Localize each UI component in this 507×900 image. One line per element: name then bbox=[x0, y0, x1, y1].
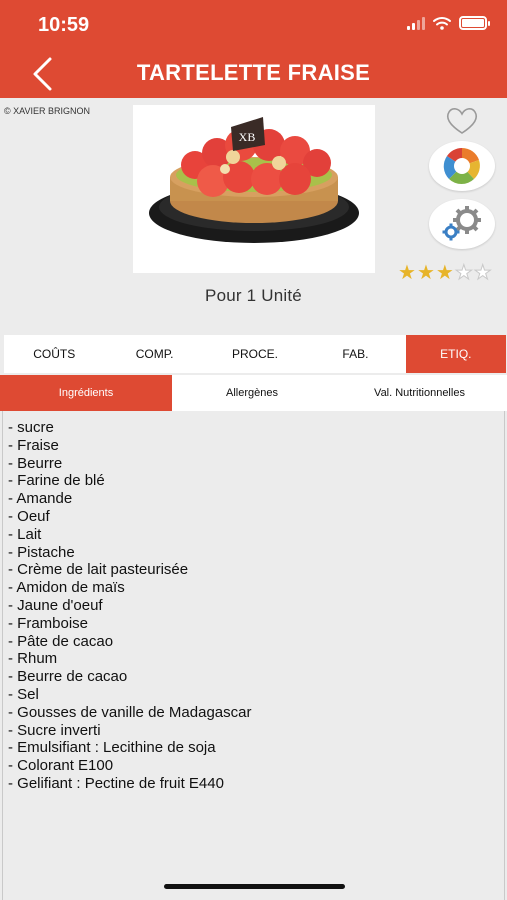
favorite-heart-icon[interactable] bbox=[443, 106, 481, 136]
list-item: - Farine de blé bbox=[8, 472, 105, 490]
settings-button[interactable] bbox=[429, 199, 495, 249]
list-item: - Beurre bbox=[8, 454, 63, 472]
list-item: - Colorant E100 bbox=[8, 757, 114, 775]
star-icon[interactable]: ★ bbox=[436, 262, 454, 284]
tab-etiq[interactable]: ETIQ. bbox=[405, 335, 507, 373]
list-item: - Pâte de cacao bbox=[8, 632, 114, 650]
ingredients-panel: - sucre - Fraise - Beurre - Farine de bl… bbox=[2, 411, 505, 900]
list-item: - Pistache bbox=[8, 543, 75, 561]
list-item: - Lait bbox=[8, 525, 42, 543]
status-icons bbox=[407, 16, 490, 30]
battery-icon bbox=[459, 16, 490, 30]
list-item: - Sucre inverti bbox=[8, 721, 101, 739]
main-tabs: COÛTS COMP. PROCE. FAB. ETIQ. bbox=[4, 335, 507, 373]
list-item: - Emulsifiant : Lecithine de soja bbox=[8, 739, 216, 757]
star-empty-icon[interactable]: ★ bbox=[454, 262, 473, 285]
list-item: - Oeuf bbox=[8, 507, 50, 525]
back-button[interactable] bbox=[28, 56, 60, 92]
status-time: 10:59 bbox=[38, 14, 90, 36]
star-icon[interactable]: ★ bbox=[398, 262, 416, 284]
list-item: - Amidon de maïs bbox=[8, 579, 125, 597]
star-icon[interactable]: ★ bbox=[417, 262, 435, 284]
pie-chart-icon bbox=[443, 147, 480, 185]
rating-stars[interactable]: ★ ★ ★ ★ ★ bbox=[398, 262, 492, 285]
portion-label: Pour 1 Unité bbox=[205, 286, 302, 305]
list-item: - sucre bbox=[8, 419, 54, 436]
tab-comp[interactable]: COMP. bbox=[104, 335, 204, 373]
logo-text: XB bbox=[239, 130, 256, 144]
signal-icon bbox=[407, 16, 425, 30]
list-item: - Framboise bbox=[8, 614, 89, 632]
tab-fab[interactable]: FAB. bbox=[305, 335, 405, 373]
tab-proce[interactable]: PROCE. bbox=[205, 335, 305, 373]
ingredients-list: - sucre - Fraise - Beurre - Farine de bl… bbox=[8, 419, 251, 793]
page-title: TARTELETTE FRAISE bbox=[136, 60, 371, 85]
subtab-ingredients[interactable]: Ingrédients bbox=[0, 375, 172, 411]
list-item: - Crème de lait pasteurisée bbox=[8, 561, 189, 579]
photo-credit: © XAVIER BRIGNON bbox=[4, 106, 90, 116]
list-item: - Gousses de vanille de Madagascar bbox=[8, 703, 252, 721]
list-item: - Amande bbox=[8, 490, 73, 508]
list-item: - Sel bbox=[8, 685, 39, 703]
sub-tabs: Ingrédients Allergènes Val. Nutritionnel… bbox=[0, 375, 507, 411]
gears-icon bbox=[442, 206, 481, 241]
pie-chart-button[interactable] bbox=[429, 141, 495, 191]
list-item: - Fraise bbox=[8, 436, 59, 454]
tab-couts[interactable]: COÛTS bbox=[4, 335, 104, 373]
tart-photo: XB bbox=[133, 105, 375, 273]
list-item: - Rhum bbox=[8, 650, 58, 668]
star-empty-icon[interactable]: ★ bbox=[473, 262, 492, 285]
list-item: - Beurre de cacao bbox=[8, 668, 128, 686]
app-header: 10:59 TARTELETTE FRAISE bbox=[0, 0, 507, 98]
subtab-val-nutritionnelles[interactable]: Val. Nutritionnelles bbox=[332, 375, 507, 411]
wifi-icon bbox=[433, 17, 451, 30]
list-item: - Gelifiant : Pectine de fruit E440 bbox=[8, 774, 224, 792]
subtab-allergenes[interactable]: Allergènes bbox=[172, 375, 332, 411]
list-item: - Jaune d'oeuf bbox=[8, 596, 103, 614]
home-indicator bbox=[164, 884, 345, 889]
